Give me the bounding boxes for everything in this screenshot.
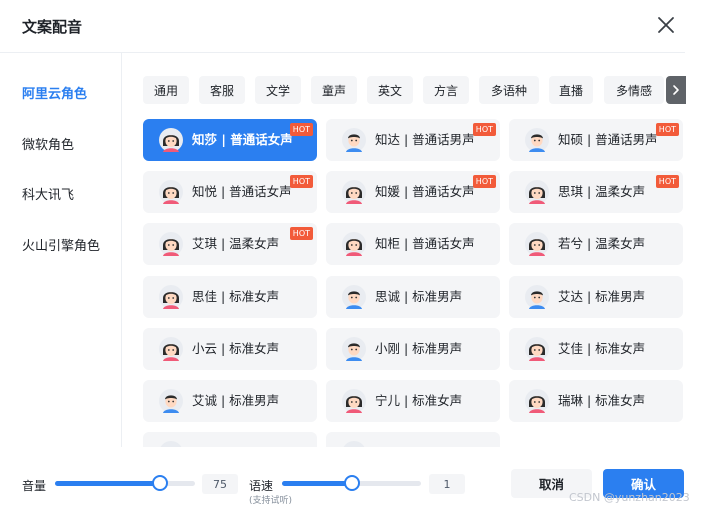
volume-slider-fill (55, 481, 160, 486)
voice-card-label: 思琪 | 温柔女声 (558, 184, 646, 199)
tab-customer-service[interactable]: 客服 (199, 76, 245, 104)
voice-card-label: 瑞琳 | 标准女声 (558, 393, 646, 408)
voice-card[interactable]: 知硕 | 普通话男声 HOT (509, 119, 683, 161)
voice-card[interactable]: 思诚 | 标准男声 (326, 276, 500, 318)
voice-card-label: 若兮 | 温柔女声 (558, 236, 646, 251)
male-avatar-icon (342, 285, 366, 309)
voice-card-label: 艾达 | 标准男声 (558, 289, 646, 304)
voice-card[interactable]: 思佳 | 标准女声 (143, 276, 317, 318)
voice-card[interactable]: 艾琪 | 温柔女声 HOT (143, 223, 317, 265)
volume-slider[interactable] (55, 475, 195, 491)
tab-child-voice[interactable]: 童声 (311, 76, 357, 104)
female-avatar-icon (525, 389, 549, 413)
voice-card[interactable]: 小刚 | 标准男声 (326, 328, 500, 370)
voice-card-label: 艾琪 | 温柔女声 (192, 236, 280, 251)
watermark: CSDN @yunzhan2023 (569, 491, 690, 504)
voice-card[interactable]: 知莎 | 普通话女声 HOT (143, 119, 317, 161)
male-avatar-icon (342, 128, 366, 152)
voice-card-label: 思佳 | 标准女声 (192, 289, 280, 304)
provider-sidebar: 阿里云角色 微软角色 科大讯飞 火山引擎角色 (0, 53, 122, 447)
female-avatar-icon (525, 232, 549, 256)
female-avatar-icon (159, 128, 183, 152)
hot-badge: HOT (472, 123, 496, 136)
voice-card[interactable]: 知柜 | 普通话女声 (326, 223, 500, 265)
female-avatar-icon (159, 232, 183, 256)
speed-slider[interactable] (282, 475, 421, 491)
voice-card-label: 知达 | 普通话男声 (375, 132, 475, 147)
voice-card-label: 思诚 | 标准男声 (375, 289, 463, 304)
voice-card[interactable] (326, 432, 500, 447)
voice-card[interactable]: 知悦 | 普通话女声 HOT (143, 171, 317, 213)
voice-card-label: 知柜 | 普通话女声 (375, 236, 475, 251)
tab-emotional[interactable]: 多情感 (604, 76, 664, 104)
tab-general[interactable]: 通用 (143, 76, 189, 104)
male-avatar-icon (525, 285, 549, 309)
hot-badge: HOT (655, 123, 679, 136)
voice-card-label: 宁儿 | 标准女声 (375, 393, 463, 408)
voice-card-label: 知硕 | 普通话男声 (558, 132, 658, 147)
voice-card-label: 知媛 | 普通话女声 (375, 184, 475, 199)
male-avatar-icon (159, 389, 183, 413)
speed-slider-fill (282, 481, 352, 486)
category-tabs: 通用 客服 文学 童声 英文 方言 多语种 直播 多情感 (143, 76, 685, 104)
sidebar-item-microsoft[interactable]: 微软角色 (22, 134, 74, 153)
hot-badge: HOT (655, 175, 679, 188)
tab-dialect[interactable]: 方言 (423, 76, 469, 104)
voice-card[interactable]: 知达 | 普通话男声 HOT (326, 119, 500, 161)
hot-badge: HOT (472, 175, 496, 188)
voice-card[interactable]: 知媛 | 普通话女声 HOT (326, 171, 500, 213)
voice-card-label: 小云 | 标准女声 (192, 341, 280, 356)
female-avatar-icon (342, 232, 366, 256)
female-avatar-icon (525, 337, 549, 361)
volume-label: 音量 (22, 479, 47, 493)
female-avatar-icon (159, 441, 183, 447)
female-avatar-icon (342, 180, 366, 204)
volume-slider-handle[interactable] (152, 475, 168, 491)
tabs-scroll-right-icon[interactable] (666, 76, 686, 104)
voice-card[interactable] (143, 432, 317, 447)
tab-multilingual[interactable]: 多语种 (479, 76, 539, 104)
voice-card-label: 艾诚 | 标准男声 (192, 393, 280, 408)
voice-card[interactable]: 瑞琳 | 标准女声 (509, 380, 683, 422)
speed-label: 语速 (249, 479, 274, 493)
sidebar-item-iflytek[interactable]: 科大讯飞 (22, 184, 74, 203)
voice-card[interactable]: 艾诚 | 标准男声 (143, 380, 317, 422)
female-avatar-icon (525, 180, 549, 204)
sidebar-item-volcengine[interactable]: 火山引擎角色 (22, 235, 100, 254)
hot-badge: HOT (289, 227, 313, 240)
speed-value[interactable]: 1 (429, 474, 465, 494)
female-avatar-icon (159, 337, 183, 361)
sidebar-item-aliyun[interactable]: 阿里云角色 (22, 83, 87, 102)
voice-card-label: 艾佳 | 标准女声 (558, 341, 646, 356)
tab-live[interactable]: 直播 (549, 76, 593, 104)
volume-value[interactable]: 75 (202, 474, 238, 494)
voice-card-label: 知莎 | 普通话女声 (192, 132, 293, 147)
voice-card-label: 小刚 | 标准男声 (375, 341, 463, 356)
voice-card[interactable]: 宁儿 | 标准女声 (326, 380, 500, 422)
male-avatar-icon (525, 128, 549, 152)
tab-english[interactable]: 英文 (367, 76, 413, 104)
female-avatar-icon (342, 389, 366, 413)
female-avatar-icon (159, 285, 183, 309)
tab-literature[interactable]: 文学 (255, 76, 301, 104)
close-icon[interactable] (654, 13, 678, 37)
voice-grid: 知莎 | 普通话女声 HOT 知达 | 普通话男声 HOT 知硕 | 普通话男声 HOT 知… (143, 119, 688, 447)
hot-badge: HOT (289, 123, 313, 136)
voice-card[interactable]: 艾佳 | 标准女声 (509, 328, 683, 370)
female-avatar-icon (159, 180, 183, 204)
dialog-title: 文案配音 (22, 18, 83, 36)
hot-badge: HOT (289, 175, 313, 188)
voice-card[interactable]: 艾达 | 标准男声 (509, 276, 683, 318)
voice-card[interactable]: 思琪 | 温柔女声 HOT (509, 171, 683, 213)
voice-dialog: 文案配音 阿里云角色 微软角色 科大讯飞 火山引擎角色 通用 客服 文学 童声 … (0, 0, 707, 512)
voice-card[interactable]: 若兮 | 温柔女声 (509, 223, 683, 265)
voice-card-label: 知悦 | 普通话女声 (192, 184, 292, 199)
female-avatar-icon (342, 441, 366, 447)
male-avatar-icon (342, 337, 366, 361)
speed-slider-handle[interactable] (343, 475, 360, 491)
voice-card[interactable]: 小云 | 标准女声 (143, 328, 317, 370)
speed-hint: (支持试听) (249, 496, 293, 506)
